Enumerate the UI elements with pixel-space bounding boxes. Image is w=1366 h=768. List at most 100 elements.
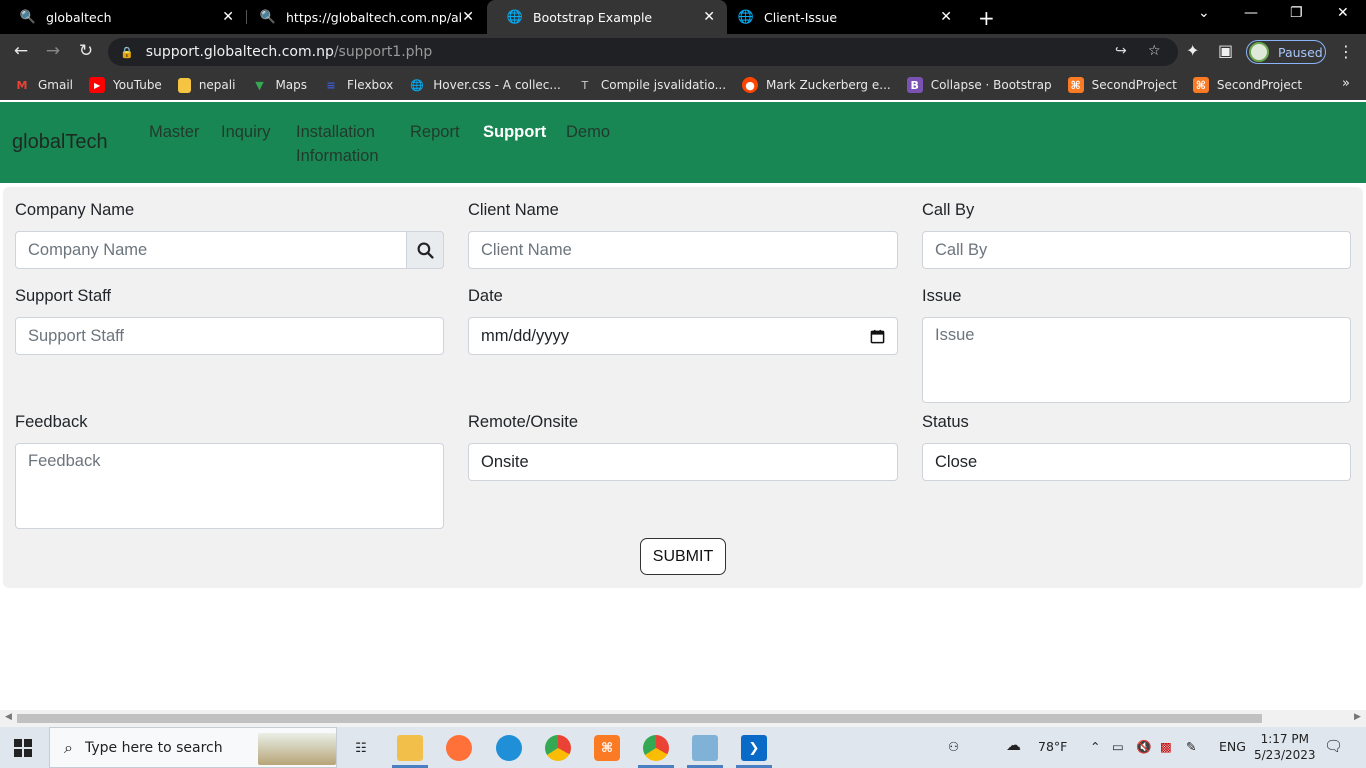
issue-textarea[interactable] [922,317,1351,403]
reddit-icon: ● [742,77,759,93]
bookmark-secondproject-2[interactable]: ⌘ SecondProject [1192,77,1302,93]
side-panel-icon[interactable]: ▣ [1218,41,1233,60]
tab-client-issue[interactable]: 🌐 Client-Issue ✕ [718,0,964,34]
bookmark-hovercss[interactable]: 🌐 Hover.css - A collec... [409,77,560,93]
bookmark-nepali[interactable]: nepali [177,77,235,93]
volume-muted-icon[interactable]: 🔇 [1136,739,1152,755]
client-name-label: Client Name [468,201,559,219]
close-tab-icon[interactable]: ✕ [222,9,234,25]
vscode-icon[interactable]: ❯ [741,735,767,761]
submit-button[interactable]: SUBMIT [640,538,726,575]
firefox-icon[interactable] [446,735,472,761]
minimize-icon[interactable]: — [1244,5,1258,21]
notifications-icon[interactable]: 🗨 [1324,737,1343,755]
globe-icon: 🌐 [737,9,755,25]
bookmark-jsvalidation[interactable]: T Compile jsvalidatio... [577,77,726,93]
folder-icon [177,77,191,93]
bookmark-star-icon[interactable]: ☆ [1148,43,1161,59]
url-field[interactable]: 🔒 support.globaltech.com.np/support1.php [108,38,1178,66]
pen-icon[interactable]: ✎ [1186,739,1196,754]
date-label: Date [468,287,503,305]
bookmark-secondproject-1[interactable]: ⌘ SecondProject [1067,77,1177,93]
support-staff-input[interactable] [15,317,444,355]
notepad-icon[interactable] [692,735,718,761]
tab-strip: 🔍 globaltech ✕ 🔍 https://globaltech.com.… [0,0,1366,34]
security-icon[interactable]: ▩ [1160,739,1172,754]
youtube-icon: ▶ [89,77,106,93]
bookmark-gmail[interactable]: M Gmail [14,77,74,93]
nav-support[interactable]: Support [483,120,546,144]
network-icon[interactable]: ▭ [1112,739,1124,754]
language-indicator[interactable]: ENG [1219,739,1246,754]
gmail-icon: M [16,78,28,92]
weather-temp[interactable]: 78°F [1038,739,1067,754]
flexbox-icon: ≡ [326,78,336,92]
globe-icon: 🌐 [506,9,524,25]
feedback-textarea[interactable] [15,443,444,529]
chrome-icon[interactable] [643,735,669,761]
company-name-label: Company Name [15,201,135,219]
share-icon[interactable]: ↪ [1115,43,1127,59]
site-navbar: globalTech Master Inquiry Installation I… [0,102,1366,183]
show-hidden-icons[interactable]: ⌃ [1090,739,1100,754]
nav-master[interactable]: Master [149,120,199,144]
tab-bootstrap-example[interactable]: 🌐 Bootstrap Example ✕ [487,0,727,34]
web-page: globalTech Master Inquiry Installation I… [0,100,1366,710]
date-input[interactable]: mm/dd/yyyy [468,317,898,355]
system-clock[interactable]: 1:17 PM 5/23/2023 [1254,731,1316,763]
company-search-button[interactable] [406,231,444,269]
maps-icon: ▼ [255,78,264,92]
close-tab-icon[interactable]: ✕ [940,9,952,25]
windows-start-icon[interactable] [14,739,32,757]
status-select[interactable]: Close [922,443,1351,481]
close-tab-icon[interactable]: ✕ [462,9,474,25]
weather-icon[interactable]: ☁ [1006,736,1021,754]
xampp-icon: ⌘ [1192,77,1209,93]
bookmark-flexbox[interactable]: ≡ Flexbox [323,77,393,93]
extensions-icon[interactable]: ✦ [1186,41,1199,60]
horizontal-scrollbar[interactable]: ◀ ▶ [0,710,1366,727]
back-icon[interactable]: ← [10,41,32,61]
reload-icon[interactable]: ↻ [75,41,97,61]
task-view-icon[interactable]: ☷ [348,735,374,761]
windows-taskbar: ⌕ Type here to search ☷ ⌘ ❯ ⚇ ☁ 78°F ⌃ ▭… [0,727,1366,768]
close-window-icon[interactable]: ✕ [1337,5,1349,21]
bookmark-youtube[interactable]: ▶ YouTube [89,77,162,93]
edge-icon[interactable] [496,735,522,761]
nav-installation-information[interactable]: Installation Information [296,120,396,168]
tab-search-icon[interactable]: ⌄ [1198,5,1210,21]
file-explorer-icon[interactable] [397,735,423,761]
nav-report[interactable]: Report [410,120,460,144]
call-by-input[interactable] [922,231,1351,269]
tab-globaltech[interactable]: 🔍 globaltech ✕ [0,0,246,34]
remote-onsite-label: Remote/Onsite [468,413,579,431]
xampp-icon[interactable]: ⌘ [594,735,620,761]
client-name-input[interactable] [468,231,898,269]
bookmark-collapse-bootstrap[interactable]: B Collapse · Bootstrap [906,77,1052,93]
more-bookmarks-icon[interactable]: » [1342,76,1350,91]
people-icon[interactable]: ⚇ [948,739,959,754]
remote-onsite-select[interactable]: Onsite [468,443,898,481]
new-tab-button[interactable]: + [978,6,995,30]
scrollbar-thumb[interactable] [17,714,1262,723]
search-icon [417,242,434,259]
company-name-input[interactable] [15,231,408,269]
more-menu-icon[interactable]: ⋮ [1338,42,1354,61]
tab-about[interactable]: 🔍 https://globaltech.com.np/about ✕ [240,0,486,34]
bookmark-reddit[interactable]: ● Mark Zuckerberg e... [742,77,891,93]
chrome-icon[interactable] [545,735,571,761]
text-icon: T [581,78,589,92]
scroll-left-icon[interactable]: ◀ [5,712,12,722]
brand-logo[interactable]: globalTech [12,131,108,154]
close-tab-icon[interactable]: ✕ [703,9,715,25]
profile-button[interactable]: Paused [1246,40,1326,64]
forward-icon[interactable]: → [42,41,64,61]
bookmark-maps[interactable]: ▼ Maps [251,77,307,93]
nav-inquiry[interactable]: Inquiry [221,120,271,144]
scroll-right-icon[interactable]: ▶ [1354,712,1361,722]
restore-icon[interactable]: ❐ [1290,5,1303,21]
nav-demo[interactable]: Demo [566,120,610,144]
calendar-icon[interactable] [870,329,885,344]
globaltech-favicon: 🔍 [19,9,37,25]
support-staff-label: Support Staff [15,287,112,305]
